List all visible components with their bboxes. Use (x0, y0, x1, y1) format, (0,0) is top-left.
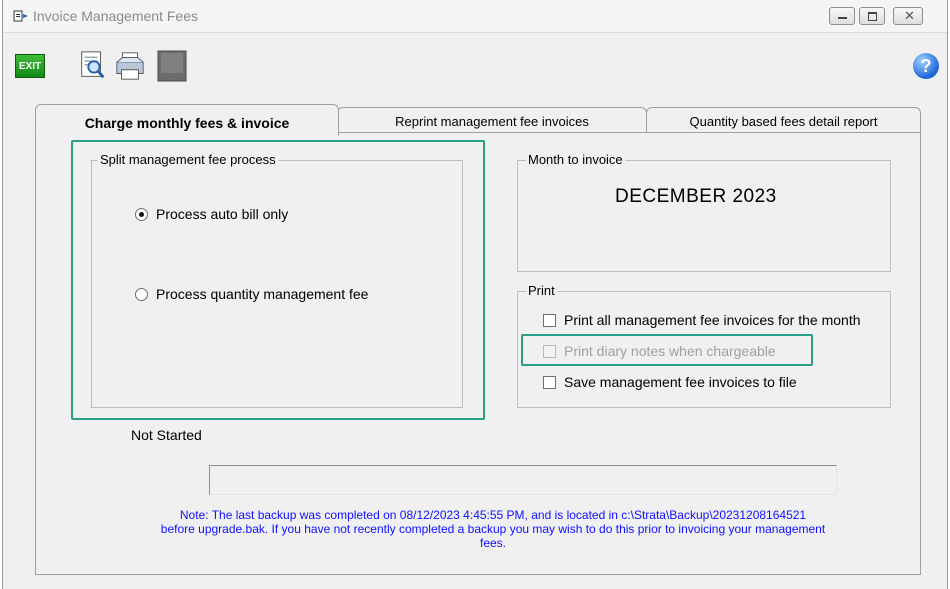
tab-quantity-fees-report[interactable]: Quantity based fees detail report (646, 107, 921, 134)
month-legend: Month to invoice (526, 152, 625, 167)
radio-quantity-fee-label[interactable]: Process quantity management fee (156, 286, 368, 302)
title-bar: Invoice Management Fees ✕ (3, 0, 947, 33)
print-preview-icon[interactable] (79, 50, 107, 82)
print-diary-highlight (521, 334, 813, 366)
checkbox-save-to-file-label[interactable]: Save management fee invoices to file (564, 374, 797, 390)
backup-note-line-1: Note: The last backup was completed on 0… (179, 508, 807, 522)
report-icon (157, 50, 187, 82)
invoice-management-window: Invoice Management Fees ✕ EXIT ? Reprint… (2, 0, 948, 589)
help-icon[interactable]: ? (913, 53, 939, 79)
backup-note-line-2: before upgrade.bak. If you have not rece… (160, 522, 826, 536)
progress-bar (209, 465, 837, 495)
backup-note: Note: The last backup was completed on 0… (83, 508, 903, 550)
checkbox-save-to-file[interactable] (543, 376, 556, 389)
checkbox-print-all[interactable] (543, 314, 556, 327)
app-icon (13, 10, 28, 22)
tab-reprint-invoices[interactable]: Reprint management fee invoices (337, 107, 647, 134)
radio-quantity-fee[interactable] (135, 288, 148, 301)
radio-auto-bill[interactable] (135, 208, 148, 221)
exit-button[interactable]: EXIT (15, 54, 45, 78)
close-icon: ✕ (904, 8, 915, 23)
close-button[interactable]: ✕ (893, 7, 923, 25)
month-value: DECEMBER 2023 (615, 186, 777, 207)
status-text: Not Started (131, 427, 202, 443)
tab-charge-monthly-fees[interactable]: Charge monthly fees & invoice (35, 104, 339, 136)
radio-auto-bill-label[interactable]: Process auto bill only (156, 206, 288, 222)
minimize-button[interactable] (829, 7, 855, 25)
month-group: Month to invoice (517, 152, 891, 272)
blank-toolbar-button[interactable] (155, 50, 189, 82)
window-title: Invoice Management Fees (33, 8, 198, 24)
checkbox-print-all-label[interactable]: Print all management fee invoices for th… (564, 312, 861, 328)
printer-icon[interactable] (113, 50, 147, 82)
print-legend: Print (526, 283, 557, 298)
maximize-button[interactable] (859, 7, 885, 25)
backup-note-line-3: fees. (479, 536, 506, 550)
split-fee-highlight (71, 140, 485, 420)
